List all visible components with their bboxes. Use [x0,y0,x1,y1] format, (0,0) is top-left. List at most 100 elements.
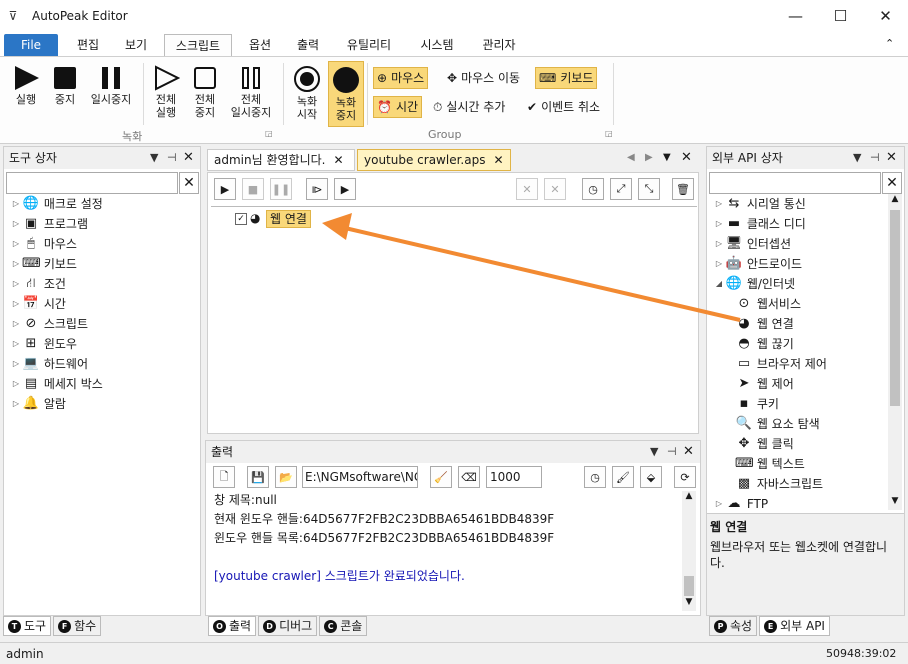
minimize-button[interactable]: — [773,0,818,32]
collapse-icon[interactable]: ◢ [713,274,725,294]
tree-item[interactable]: ✥ 웹 클릭 [713,434,887,454]
tab-console[interactable]: C 콘솔 [319,616,368,636]
expand-icon[interactable]: ▷ [10,294,22,314]
node-checkbox[interactable]: ✓ [235,213,247,225]
eraser-button[interactable]: ⌫ [458,466,480,488]
tab-welcome[interactable]: admin님 환영합니다. ✕ [207,149,355,171]
expand-icon[interactable]: ▷ [713,254,725,274]
delete-button[interactable]: 🗑 [672,178,694,200]
scroll-thumb[interactable] [684,576,694,596]
tree-item[interactable]: 🔍 웹 요소 탐색 [713,414,887,434]
disabled-x-button[interactable]: ✕ [516,178,538,200]
menu-file[interactable]: File [4,34,58,56]
tree-item[interactable]: ▭ 브라우저 제어 [713,354,887,374]
group-launcher-icon[interactable]: ◲ [605,129,613,138]
expand-icon[interactable]: ▷ [713,494,725,510]
api-search-input[interactable] [709,172,881,194]
record-stop-button[interactable]: 녹화 중지 [328,61,364,127]
expand-icon[interactable]: ▷ [713,234,725,254]
run-all-button[interactable]: 전체 실행 [148,65,184,119]
save-log-button[interactable]: 💾 [247,466,269,488]
tree-item[interactable]: ▷ 🖱 마우스 [10,234,198,254]
app-icon[interactable]: ⊽ [6,9,20,23]
pin-icon[interactable]: ⊣ [167,147,177,169]
expand-icon[interactable]: ▷ [10,334,22,354]
tree-item[interactable]: ▷ 🤖 안드로이드 [713,254,887,274]
menu-output[interactable]: 출력 [286,34,330,56]
expand-icon[interactable]: ▷ [10,214,22,234]
dropdown-icon[interactable]: ▼ [650,441,658,463]
expand-icon[interactable]: ▷ [10,314,22,334]
tree-item[interactable]: ◓ 웹 끊기 [713,334,887,354]
expand-icon[interactable]: ▷ [10,254,22,274]
close-panel-icon[interactable]: ✕ [886,147,897,169]
step-run-button[interactable]: ⧐ [306,178,328,200]
disabled-x-button[interactable]: ✕ [544,178,566,200]
stop-all-button[interactable]: 전체 중지 [188,65,222,119]
brush-button[interactable]: 🖌 [612,466,634,488]
expand-icon[interactable]: ▷ [10,394,22,414]
tree-item[interactable]: ▷ ▣ 프로그램 [10,214,198,234]
tab-scroll-right-icon[interactable]: ▶ [645,152,653,163]
api-search-clear[interactable]: ✕ [882,172,902,194]
toolbox-search-clear[interactable]: ✕ [179,172,199,194]
expand-icon[interactable]: ▷ [10,354,22,374]
tree-item[interactable]: ▪ 쿠키 [713,394,887,414]
scroll-up-icon[interactable]: ▲ [888,194,902,204]
run-script-button[interactable]: ▶ [214,178,236,200]
expand-icon[interactable]: ▷ [10,234,22,254]
new-log-button[interactable]: 🗋 [213,466,235,488]
tab-properties[interactable]: P 속성 [709,616,758,636]
run-button[interactable]: 실행 [8,65,44,106]
menu-script[interactable]: 스크립트 [164,34,232,56]
close-panel-icon[interactable]: ✕ [683,441,694,463]
tree-item[interactable]: ◢ 🌐 웹/인터넷 [713,274,887,294]
output-scrollbar[interactable]: ▲ ▼ [682,491,696,611]
toolbox-search-input[interactable] [6,172,178,194]
pause-all-button[interactable]: 전체 일시중지 [226,65,276,119]
scroll-down-icon[interactable]: ▼ [888,496,902,506]
log-path-input[interactable]: E:\NGMsoftware\NG [302,466,418,488]
stop-button[interactable]: 중지 [48,65,82,106]
group-launcher-icon[interactable]: ◲ [265,129,273,138]
expand-icon[interactable]: ▷ [10,274,22,294]
tab-tools[interactable]: T 도구 [3,616,52,636]
api-scrollbar[interactable]: ▲ ▼ [888,194,902,510]
tab-scroll-left-icon[interactable]: ◀ [627,152,635,163]
tree-item[interactable]: ▷ ▬ 클래스 디디 [713,214,887,234]
expand-icon[interactable]: ▷ [713,214,725,234]
maximize-button[interactable]: ☐ [818,0,863,32]
scroll-thumb[interactable] [890,210,900,406]
tab-output[interactable]: O 출력 [208,616,257,636]
script-node[interactable]: 웹 연결 [266,210,311,228]
pin-icon[interactable]: ⊣ [870,147,880,169]
history-button[interactable]: ◷ [582,178,604,200]
realtime-add-toggle[interactable]: ⏱ 실시간 추가 [430,96,508,118]
tree-item[interactable]: ▷ ▤ 메세지 박스 [10,374,198,394]
tree-item[interactable]: ▷ ☁ FTP [713,494,887,510]
pin-icon[interactable]: ⊣ [667,441,677,463]
collapse-button[interactable]: ⤡ [638,178,660,200]
tab-functions[interactable]: F 함수 [53,616,102,636]
tree-item[interactable]: ▷ ⌨ 키보드 [10,254,198,274]
pause-script-button[interactable]: ❚❚ [270,178,292,200]
tab-youtube-crawler[interactable]: youtube crawler.aps ✕ [357,149,511,171]
menu-admin[interactable]: 관리자 [472,34,526,56]
tree-item[interactable]: ▷ 🌐 매크로 설정 [10,194,198,214]
time-toggle[interactable]: ⏰ 시간 [373,96,423,118]
tree-item[interactable]: ➤ 웹 제어 [713,374,887,394]
mouse-toggle[interactable]: ⊕ 마우스 [373,67,429,89]
expand-button[interactable]: ⤢ [610,178,632,200]
menu-utility[interactable]: 유틸리티 [336,34,402,56]
tree-item[interactable]: ▷ 💻 하드웨어 [10,354,198,374]
dropdown-icon[interactable]: ▼ [150,147,158,169]
tree-item[interactable]: ▷ 📅 시간 [10,294,198,314]
pause-button[interactable]: 일시중지 [86,65,136,106]
menu-options[interactable]: 옵션 [238,34,282,56]
menu-edit[interactable]: 편집 [66,34,110,56]
tree-item[interactable]: ⊙ 웹서비스 [713,294,887,314]
expand-icon[interactable]: ▷ [713,194,725,214]
tree-item[interactable]: ▷ ⇆ 시리얼 통신 [713,194,887,214]
clean-button[interactable]: 🧹 [430,466,452,488]
tree-item[interactable]: ▷ 🖥 인터셉션 [713,234,887,254]
